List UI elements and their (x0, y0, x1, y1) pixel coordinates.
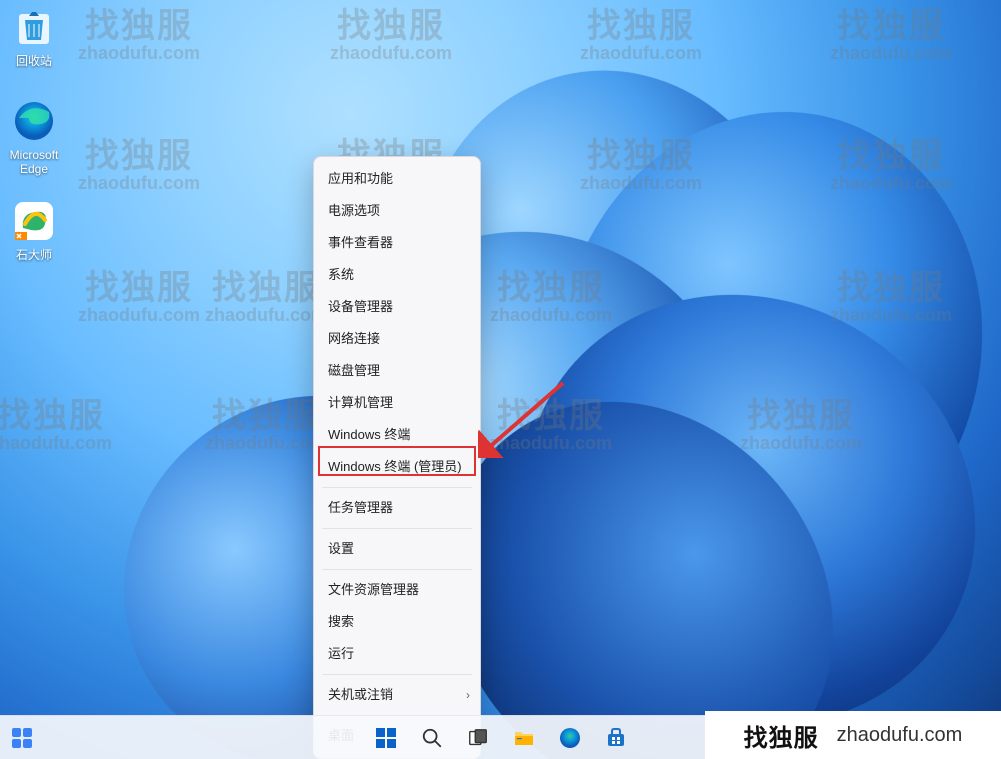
watermark: 找独服zhaodufu.com (205, 260, 327, 326)
taskbar-taskview-button[interactable] (461, 721, 495, 755)
ctx-item-label: 任务管理器 (328, 500, 393, 515)
edge-icon (11, 98, 57, 144)
watermark: 找独服zhaodufu.com (78, 128, 200, 194)
ctx-separator (322, 487, 472, 488)
widgets-icon (10, 726, 34, 750)
desktop-icon-microsoft-edge[interactable]: Microsoft Edge (0, 98, 70, 176)
recycle-bin-icon (11, 4, 57, 50)
taskbar-center (369, 721, 633, 755)
ctx-item-system[interactable]: 系统 (314, 259, 480, 291)
search-icon (421, 727, 443, 749)
ctx-item-label: 搜索 (328, 614, 354, 629)
ctx-item-label: Windows 终端 (328, 427, 410, 442)
ctx-item-task-manager[interactable]: 任务管理器 (314, 492, 480, 524)
task-view-icon (467, 727, 489, 749)
ctx-item-label: 计算机管理 (328, 395, 393, 410)
ctx-item-label: 事件查看器 (328, 235, 393, 250)
taskbar-store-button[interactable] (599, 721, 633, 755)
ctx-item-windows-terminal-admin[interactable]: Windows 终端 (管理员) (314, 451, 480, 483)
desktop-icon-recycle-bin[interactable]: 回收站 (0, 4, 70, 68)
attribution-overlay: 找独服 zhaodufu.com (705, 711, 1001, 759)
winx-context-menu: 应用和功能 电源选项 事件查看器 系统 设备管理器 网络连接 磁盘管理 计算机管… (313, 156, 481, 759)
ctx-item-event-viewer[interactable]: 事件查看器 (314, 227, 480, 259)
ctx-item-disk-management[interactable]: 磁盘管理 (314, 355, 480, 387)
watermark: 找独服zhaodufu.com (78, 260, 200, 326)
ctx-item-label: 文件资源管理器 (328, 582, 419, 597)
watermark: 找独服zhaodufu.com (78, 0, 200, 64)
ctx-item-computer-management[interactable]: 计算机管理 (314, 387, 480, 419)
ctx-item-label: 设置 (328, 541, 354, 556)
file-explorer-icon (512, 726, 536, 750)
ctx-item-label: 电源选项 (328, 203, 380, 218)
edge-icon (558, 726, 582, 750)
ctx-item-run[interactable]: 运行 (314, 638, 480, 670)
ctx-item-settings[interactable]: 设置 (314, 533, 480, 565)
ctx-item-search[interactable]: 搜索 (314, 606, 480, 638)
watermark: 找独服zhaodufu.com (580, 0, 702, 64)
ctx-item-label: 关机或注销 (328, 687, 393, 702)
microsoft-store-icon (604, 726, 628, 750)
watermark: 找独服zhaodufu.com (330, 0, 452, 64)
ctx-item-device-manager[interactable]: 设备管理器 (314, 291, 480, 323)
desktop-icon-label: 石大师 (0, 248, 70, 262)
shidashi-icon (11, 198, 57, 244)
desktop-icon-shidashi[interactable]: 石大师 (0, 198, 70, 262)
ctx-item-label: 磁盘管理 (328, 363, 380, 378)
desktop[interactable]: 找独服zhaodufu.com 找独服zhaodufu.com 找独服zhaod… (0, 0, 1001, 759)
watermark: 找独服zhaodufu.com (830, 0, 952, 64)
attribution-url: zhaodufu.com (837, 724, 963, 747)
ctx-separator (322, 674, 472, 675)
desktop-icon-label: Microsoft Edge (0, 148, 70, 176)
attribution-brand: 找独服 (744, 718, 819, 753)
watermark: 找独服zhaodufu.com (0, 388, 112, 454)
ctx-item-apps-features[interactable]: 应用和功能 (314, 163, 480, 195)
ctx-item-label: 设备管理器 (328, 299, 393, 314)
ctx-item-network-connections[interactable]: 网络连接 (314, 323, 480, 355)
windows-start-icon (374, 726, 398, 750)
taskbar-widgets-button[interactable] (6, 722, 38, 754)
ctx-item-label: 系统 (328, 267, 354, 282)
taskbar-start-button[interactable] (369, 721, 403, 755)
ctx-item-label: Windows 终端 (管理员) (328, 459, 462, 474)
ctx-item-label: 运行 (328, 646, 354, 661)
ctx-separator (322, 528, 472, 529)
ctx-item-power-options[interactable]: 电源选项 (314, 195, 480, 227)
ctx-item-label: 网络连接 (328, 331, 380, 346)
ctx-item-label: 应用和功能 (328, 171, 393, 186)
taskbar-edge-button[interactable] (553, 721, 587, 755)
ctx-item-windows-terminal[interactable]: Windows 终端 (314, 419, 480, 451)
ctx-item-file-explorer[interactable]: 文件资源管理器 (314, 574, 480, 606)
desktop-icon-label: 回收站 (0, 54, 70, 68)
ctx-separator (322, 569, 472, 570)
chevron-right-icon: › (466, 679, 470, 711)
taskbar-search-button[interactable] (415, 721, 449, 755)
taskbar-explorer-button[interactable] (507, 721, 541, 755)
ctx-item-shutdown-signout[interactable]: 关机或注销 › (314, 679, 480, 711)
